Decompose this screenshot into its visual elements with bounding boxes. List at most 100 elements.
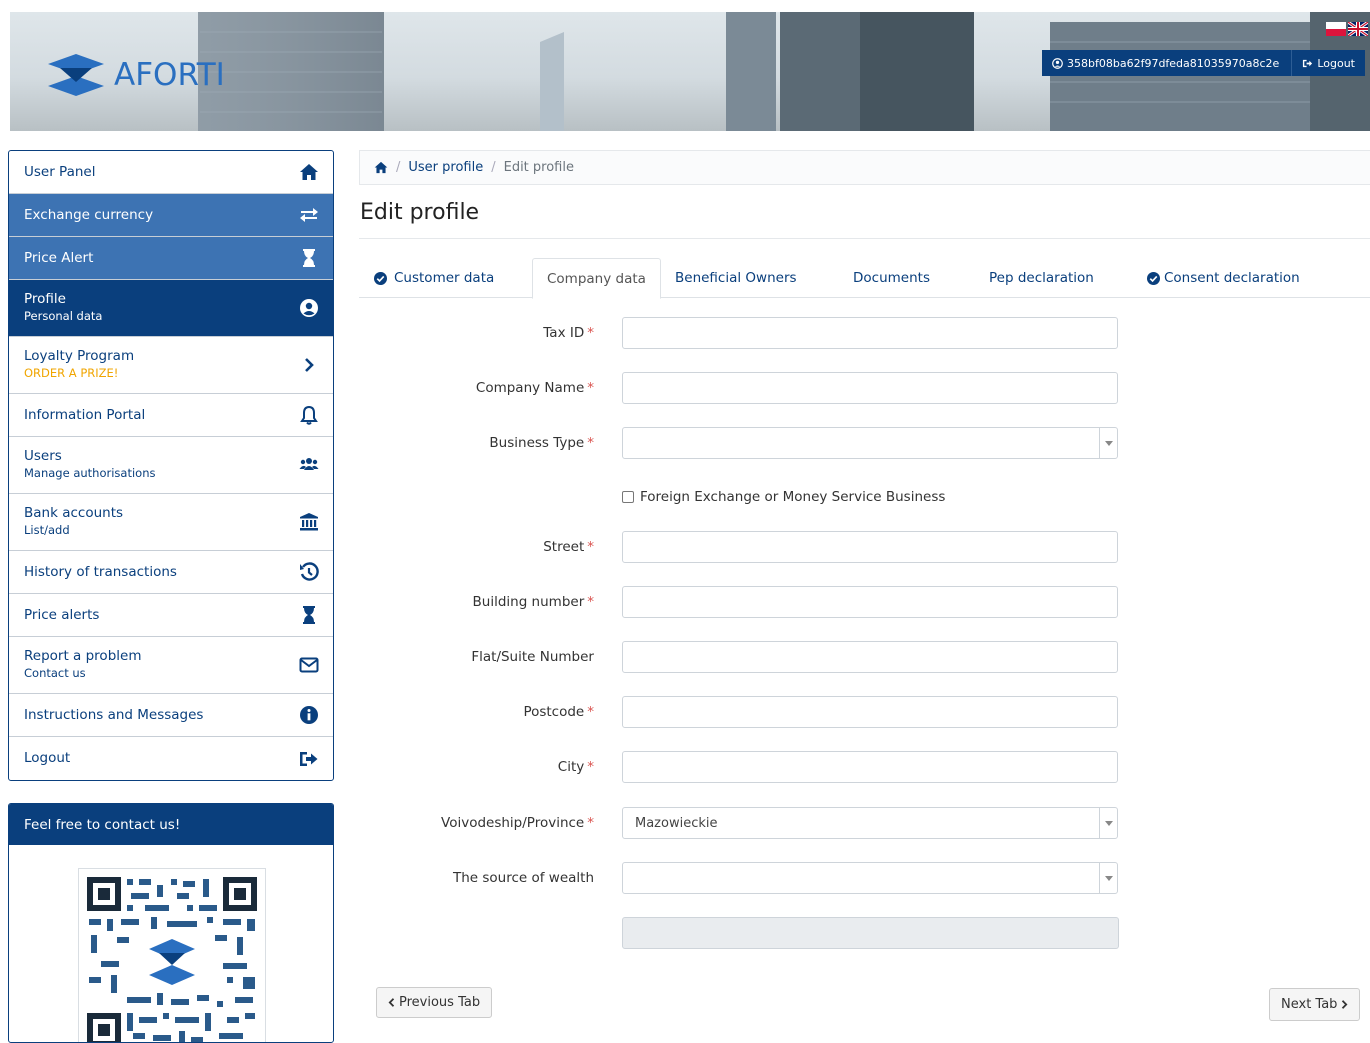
exchange-arrows-icon bbox=[299, 205, 319, 225]
province-value: Mazowieckie bbox=[635, 815, 718, 831]
qr-code-image bbox=[87, 877, 257, 1042]
tax-id-row: Tax ID * bbox=[360, 317, 1120, 349]
sign-out-icon bbox=[1303, 59, 1313, 67]
previous-tab-label: Previous Tab bbox=[399, 995, 481, 1010]
company-name-row: Company Name * bbox=[360, 372, 1120, 404]
hourglass-icon bbox=[299, 248, 319, 268]
company-name-input[interactable] bbox=[622, 372, 1118, 404]
breadcrumb-user-profile-link[interactable]: User profile bbox=[408, 160, 483, 175]
contact-title: Feel free to contact us! bbox=[9, 804, 333, 845]
wealth-source-label: The source of wealth bbox=[452, 870, 594, 886]
sidebar-item-label: Loyalty Program bbox=[24, 348, 135, 364]
business-type-select[interactable] bbox=[622, 427, 1118, 459]
aforti-logo-icon bbox=[48, 54, 104, 96]
sidebar-item-sub: Contact us bbox=[24, 666, 86, 680]
sidebar-item-label: User Panel bbox=[24, 163, 96, 180]
sidebar-item-profile[interactable]: Profile Personal data bbox=[9, 280, 333, 337]
header-logout-button[interactable]: Logout bbox=[1291, 50, 1365, 76]
tab-customer-data[interactable]: Customer data bbox=[374, 258, 494, 298]
tab-consent-declaration[interactable]: Consent declaration bbox=[1147, 258, 1300, 298]
envelope-icon bbox=[299, 655, 319, 675]
postcode-input[interactable] bbox=[622, 696, 1118, 728]
polish-flag-icon[interactable] bbox=[1326, 22, 1346, 36]
sidebar-item-information-portal[interactable]: Information Portal bbox=[9, 394, 333, 437]
check-circle-icon bbox=[374, 271, 387, 285]
users-icon bbox=[299, 455, 319, 475]
wealth-source-select[interactable] bbox=[622, 862, 1118, 894]
history-icon bbox=[299, 562, 319, 582]
contact-box: Feel free to contact us! bbox=[8, 803, 334, 1043]
flat-number-row: Flat/Suite Number bbox=[360, 641, 1120, 673]
business-type-row: Business Type * bbox=[360, 427, 1120, 459]
business-type-label: Business Type * bbox=[489, 435, 594, 451]
street-label: Street * bbox=[543, 539, 594, 555]
sidebar-item-label: Instructions and Messages bbox=[24, 706, 204, 723]
wealth-source-row: The source of wealth bbox=[360, 862, 1120, 894]
tab-company-data[interactable]: Company data bbox=[532, 258, 661, 299]
building-number-label: Building number * bbox=[472, 594, 595, 610]
bell-icon bbox=[299, 405, 319, 425]
tab-label: Pep declaration bbox=[989, 270, 1094, 286]
city-input[interactable] bbox=[622, 751, 1118, 783]
sidebar-item-users[interactable]: Users Manage authorisations bbox=[9, 437, 333, 494]
fx-checkbox[interactable] bbox=[622, 491, 634, 503]
user-id-link[interactable]: 358bf08ba62f97dfeda81035970a8c2e bbox=[1042, 57, 1291, 70]
sidebar-item-history-of-transactions[interactable]: History of transactions bbox=[9, 551, 333, 594]
next-tab-label: Next Tab bbox=[1281, 997, 1338, 1012]
tab-beneficial-owners[interactable]: Beneficial Owners bbox=[675, 258, 797, 298]
home-icon bbox=[299, 162, 319, 182]
province-select[interactable]: Mazowieckie bbox=[622, 807, 1118, 839]
sidebar-item-label: Profile bbox=[24, 291, 66, 307]
user-id-text: 358bf08ba62f97dfeda81035970a8c2e bbox=[1067, 56, 1280, 70]
sidebar-item-loyalty-program[interactable]: Loyalty Program ORDER A PRIZE! bbox=[9, 337, 333, 394]
sign-out-icon bbox=[299, 749, 319, 769]
previous-tab-button[interactable]: Previous Tab bbox=[376, 987, 493, 1018]
brand-logo[interactable]: AFORTI bbox=[46, 50, 225, 100]
breadcrumb-current: Edit profile bbox=[503, 160, 574, 175]
tax-id-label: Tax ID * bbox=[543, 325, 594, 341]
breadcrumb-home-icon[interactable] bbox=[374, 161, 388, 174]
flat-number-input[interactable] bbox=[622, 641, 1118, 673]
header-banner: AFORTI 358bf08ba62f97dfeda81035970a8c2e bbox=[10, 12, 1370, 131]
chevron-down-icon bbox=[1099, 863, 1117, 893]
qr-code[interactable] bbox=[78, 868, 266, 1042]
province-label: Voivodeship/Province * bbox=[441, 815, 594, 831]
sidebar-item-sub: List/add bbox=[24, 523, 70, 537]
city-label: City * bbox=[557, 759, 594, 775]
sidebar-item-report-a-problem[interactable]: Report a problem Contact us bbox=[9, 637, 333, 694]
sidebar-item-label: History of transactions bbox=[24, 563, 177, 580]
sidebar-item-exchange-currency[interactable]: Exchange currency bbox=[9, 194, 333, 237]
building-number-input[interactable] bbox=[622, 586, 1118, 618]
user-bar: 358bf08ba62f97dfeda81035970a8c2e Logout bbox=[1042, 50, 1365, 76]
hourglass-icon bbox=[299, 605, 319, 625]
sidebar-item-logout[interactable]: Logout bbox=[9, 737, 333, 780]
check-circle-icon bbox=[1147, 271, 1160, 285]
brand-name: AFORTI bbox=[114, 57, 225, 93]
sidebar-item-label: Price alerts bbox=[24, 606, 100, 623]
sidebar-item-instructions-and-messages[interactable]: Instructions and Messages bbox=[9, 694, 333, 737]
sidebar-item-price-alert[interactable]: Price Alert bbox=[9, 237, 333, 280]
user-circle-icon bbox=[1052, 57, 1063, 69]
chevron-right-icon bbox=[299, 355, 319, 375]
uk-flag-icon[interactable] bbox=[1348, 22, 1368, 36]
sidebar-item-sub: Personal data bbox=[24, 309, 103, 323]
tax-id-input[interactable] bbox=[622, 317, 1118, 349]
tab-label: Company data bbox=[547, 270, 646, 287]
flat-number-label: Flat/Suite Number bbox=[471, 649, 594, 665]
sidebar-item-bank-accounts[interactable]: Bank accounts List/add bbox=[9, 494, 333, 551]
sidebar-item-label: Exchange currency bbox=[24, 206, 154, 223]
tab-pep-declaration[interactable]: Pep declaration bbox=[989, 258, 1094, 298]
street-input[interactable] bbox=[622, 531, 1118, 563]
bank-icon bbox=[299, 512, 319, 532]
breadcrumb-separator: / bbox=[491, 160, 496, 175]
disabled-field bbox=[622, 917, 1119, 949]
tab-documents[interactable]: Documents bbox=[853, 258, 930, 298]
sidebar-menu: User Panel Exchange currency Price Alert… bbox=[8, 150, 334, 781]
sidebar-item-price-alerts[interactable]: Price alerts bbox=[9, 594, 333, 637]
breadcrumb: / User profile / Edit profile bbox=[359, 150, 1370, 185]
street-row: Street * bbox=[360, 531, 1120, 563]
sidebar-item-user-panel[interactable]: User Panel bbox=[9, 151, 333, 194]
province-row: Voivodeship/Province * Mazowieckie bbox=[360, 807, 1120, 839]
next-tab-button[interactable]: Next Tab bbox=[1269, 988, 1361, 1021]
user-circle-icon bbox=[299, 298, 319, 318]
